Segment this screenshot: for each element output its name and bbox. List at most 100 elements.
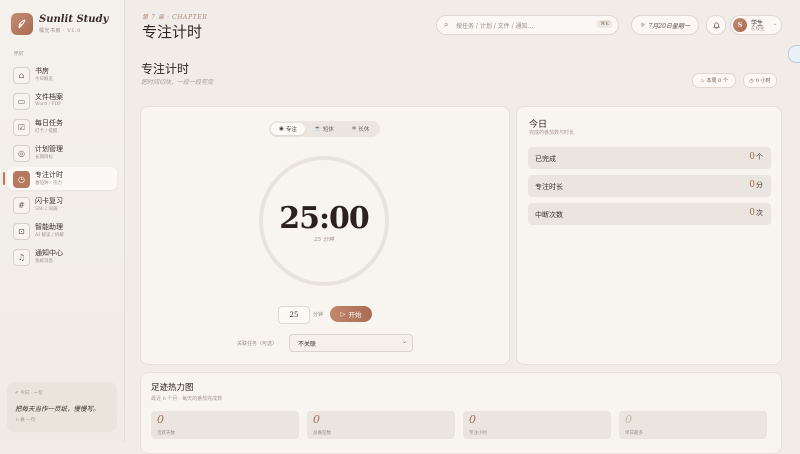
- timer-card: ◉ 专注 ☕ 短休 ✲ 长休 25:00 25 分钟 25 分钟 ▷ 开始 关联任务（可…: [140, 106, 510, 365]
- sidebar-item-tasks[interactable]: ☑ 每日任务 打卡 / 提醒: [7, 115, 117, 138]
- feather-icon: [11, 13, 33, 35]
- bell-icon: [712, 21, 720, 29]
- check-square-icon: ☑: [13, 119, 30, 136]
- stat-value: 0: [469, 413, 476, 426]
- sidebar-item-sub: 番茄钟 / 热力: [35, 181, 62, 186]
- sidebar-item-sub: 打卡 / 提醒: [35, 129, 58, 134]
- quote-header: ✐ 今日 · 一句: [15, 391, 43, 396]
- sidebar-item-sub: 长期目标: [35, 155, 53, 160]
- sidebar-item-label: 计划管理: [35, 145, 63, 153]
- active-indicator: [3, 172, 5, 185]
- heatmap-stat-active-days: 0 活跃天数: [151, 411, 299, 439]
- linked-task-select[interactable]: 不关联 ⌄: [289, 334, 413, 352]
- linked-task-value: 不关联: [298, 341, 317, 348]
- sidebar-item-label: 文件档案: [35, 93, 63, 101]
- sparkle-icon: ✲: [351, 126, 357, 132]
- minutes-unit: 分钟: [313, 312, 324, 318]
- brand-name: Sunlit Study: [39, 14, 109, 25]
- minutes-input[interactable]: 25: [278, 306, 310, 324]
- heatmap-title: 足迹热力图: [151, 383, 194, 393]
- linked-task-label: 关联任务（可选）: [237, 341, 278, 347]
- stat-label: 专注时长: [535, 183, 563, 191]
- mode-selector: ◉ 专注 ☕ 短休 ✲ 长休: [269, 121, 380, 137]
- stat-label: 总番茄数: [313, 431, 331, 436]
- quote-text: 把每天当作一页纸，慢慢写。: [15, 405, 100, 413]
- bell-icon: ♫: [13, 249, 30, 266]
- sidebar-item-label: 通知中心: [35, 249, 63, 257]
- avatar: S: [733, 18, 747, 32]
- start-button[interactable]: ▷ 开始: [330, 306, 372, 322]
- sidebar-item-label: 每日任务: [35, 119, 63, 127]
- timer-icon: ◷: [13, 171, 30, 188]
- target-icon: ◎: [13, 145, 30, 162]
- heatmap-stat-total: 0 总番茄数: [307, 411, 455, 439]
- tab-focus[interactable]: ◉ 专注: [271, 123, 305, 135]
- date-pill[interactable]: ☼ 7月20日星期一: [631, 15, 699, 35]
- page-title: 专注计时: [141, 62, 190, 76]
- chevron-down-icon: ⌄: [401, 338, 407, 345]
- nav-header: 导航: [13, 51, 24, 57]
- today-card: 今日 完成的番茄数与时长 已完成 0个 专注时长 0分 中断次数 0次: [516, 106, 782, 365]
- sidebar-item-sub: AI 解读 / 拆解: [35, 233, 64, 238]
- date-text: 7月20日星期一: [648, 22, 690, 30]
- search-icon: ⌕: [444, 20, 449, 29]
- stat-value: 0: [157, 413, 164, 426]
- heatmap-card: 足迹热力图 最近 6 个月 · 每天的番茄完成数 0 活跃天数 0 总番茄数 0…: [140, 372, 782, 454]
- user-menu[interactable]: S 学生 在校生 ⌄: [730, 15, 782, 35]
- notification-button[interactable]: [706, 15, 726, 35]
- week-count-badge: ♨ 本周 0 个: [692, 73, 736, 88]
- sidebar-item-sub: SM-2 间隔: [35, 207, 58, 212]
- sidebar-item-home[interactable]: ⌂ 书房 今日概览: [7, 63, 117, 86]
- sidebar-item-label: 闪卡复习: [35, 197, 63, 205]
- brand-subtitle: 橘光书房 · V1.0: [39, 28, 81, 34]
- page-subtitle: 把时间切块，一段一段写完: [141, 79, 214, 86]
- sidebar-item-sub: 系统消息: [35, 259, 53, 264]
- home-icon: ⌂: [13, 67, 30, 84]
- stat-label: 已完成: [535, 155, 556, 163]
- daily-quote-card: ✐ 今日 · 一句 把每天当作一页纸，慢慢写。 ↻ 换 一句: [7, 382, 117, 432]
- search-placeholder: 搜任务 / 计划 / 文件 / 通知…: [456, 23, 534, 30]
- sidebar-item-focus-timer[interactable]: ◷ 专注计时 番茄钟 / 热力: [3, 167, 117, 190]
- sidebar-item-flashcards[interactable]: # 闪卡复习 SM-2 间隔: [7, 193, 117, 216]
- sidebar-item-sub: Word / PDF: [35, 102, 62, 107]
- sidebar-item-assistant[interactable]: ⊡ 智能助理 AI 解读 / 拆解: [7, 219, 117, 242]
- sidebar-item-notifications[interactable]: ♫ 通知中心 系统消息: [7, 245, 117, 268]
- sidebar-item-label: 书房: [35, 67, 49, 75]
- sidebar-item-plans[interactable]: ◎ 计划管理 长期目标: [7, 141, 117, 164]
- stat-label: 专注小时: [469, 431, 487, 436]
- stat-label: 中断次数: [535, 211, 563, 219]
- heatmap-stat-hours: 0 专注小时: [463, 411, 611, 439]
- hours-badge: ◷ 0 小时: [743, 73, 777, 88]
- tab-long-break[interactable]: ✲ 长休: [343, 123, 378, 135]
- stat-focus-duration: 专注时长 0分: [528, 175, 771, 197]
- search-input[interactable]: ⌕ 搜任务 / 计划 / 文件 / 通知… ⌘K: [436, 15, 619, 35]
- stat-value: 0: [625, 413, 632, 426]
- timer-display: 25:00: [279, 201, 370, 236]
- stat-completed: 已完成 0个: [528, 147, 771, 169]
- play-icon: ▷: [340, 310, 346, 318]
- stat-label: 活跃天数: [157, 431, 175, 436]
- sun-icon: ☼: [640, 21, 646, 29]
- today-subtitle: 完成的番茄数与时长: [529, 130, 575, 136]
- floating-action-button[interactable]: [788, 45, 800, 63]
- tab-short-break[interactable]: ☕ 短休: [307, 123, 341, 135]
- target-icon: ◉: [279, 126, 284, 132]
- clock-icon: ◷: [749, 77, 754, 84]
- stat-value: 0个: [749, 152, 763, 162]
- stat-value: 0次: [749, 208, 763, 218]
- coffee-icon: ☕: [314, 126, 321, 132]
- sidebar-item-label: 专注计时: [35, 171, 63, 179]
- sidebar-item-sub: 今日概览: [35, 77, 53, 82]
- sidebar: Sunlit Study 橘光书房 · V1.0 导航 ⌂ 书房 今日概览 ▭ …: [0, 0, 125, 441]
- folder-icon: ▭: [13, 93, 30, 110]
- hash-icon: #: [13, 197, 30, 214]
- sidebar-item-files[interactable]: ▭ 文件档案 Word / PDF: [7, 89, 117, 112]
- timer-duration-label: 25 分钟: [314, 237, 334, 243]
- stat-value: 0: [313, 413, 320, 426]
- sidebar-item-label: 智能助理: [35, 223, 63, 231]
- robot-icon: ⊡: [13, 223, 30, 240]
- refresh-quote-button[interactable]: ↻ 换 一句: [15, 417, 35, 423]
- search-shortcut: ⌘K: [597, 20, 612, 28]
- stat-value: 0分: [749, 180, 763, 190]
- stat-interruptions: 中断次数 0次: [528, 203, 771, 225]
